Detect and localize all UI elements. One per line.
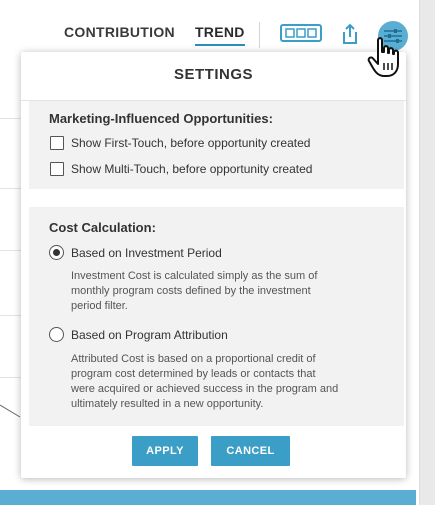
program-attribution-option[interactable]: Based on Program Attribution: [49, 327, 228, 342]
description-line: ultimately resulted in a new opportunity…: [71, 398, 264, 410]
background-divider: [0, 377, 22, 378]
share-button[interactable]: [340, 22, 360, 46]
marketing-section: Marketing-Influenced Opportunities: Show…: [29, 101, 404, 189]
share-icon: [343, 23, 357, 44]
tab-trend[interactable]: TREND: [194, 24, 245, 46]
apply-button[interactable]: APPLY: [132, 436, 198, 466]
background-divider: [0, 188, 22, 189]
description-line: monthly program costs defined by the inv…: [71, 285, 311, 297]
background-divider: [0, 250, 22, 251]
program-attribution-description: Attributed Cost is based on a proportion…: [71, 352, 338, 412]
first-touch-option[interactable]: Show First-Touch, before opportunity cre…: [50, 136, 310, 150]
cost-section: Cost Calculation: Based on Investment Pe…: [29, 207, 404, 426]
radio-selected-dot: [53, 249, 60, 256]
investment-period-label: Based on Investment Period: [71, 245, 222, 260]
background-scroll-area: [420, 0, 435, 505]
investment-period-description: Investment Cost is calculated simply as …: [71, 269, 317, 314]
background-footer-bar: [0, 490, 416, 505]
background-chart-line: [0, 404, 21, 418]
grid-view-button[interactable]: [280, 22, 322, 44]
first-touch-checkbox[interactable]: [50, 136, 64, 150]
multi-touch-checkbox[interactable]: [50, 162, 64, 176]
cost-heading: Cost Calculation:: [49, 220, 156, 235]
settings-title: SETTINGS: [173, 66, 253, 83]
grid-view-icon: [280, 24, 322, 42]
view-tabs: CONTRIBUTION TREND: [64, 24, 245, 46]
investment-period-option[interactable]: Based on Investment Period: [49, 245, 222, 260]
multi-touch-option[interactable]: Show Multi-Touch, before opportunity cre…: [50, 162, 312, 176]
cancel-button[interactable]: CANCEL: [211, 436, 290, 466]
description-line: were acquired or achieved success in the…: [71, 383, 339, 395]
settings-popover: SETTINGS Marketing-Influenced Opportunit…: [21, 52, 406, 478]
description-line: Investment Cost is calculated simply as …: [71, 270, 318, 282]
description-line: program cost determined by leads or cont…: [71, 368, 316, 380]
background-divider: [0, 315, 22, 316]
first-touch-label: Show First-Touch, before opportunity cre…: [71, 136, 311, 150]
hand-cursor-icon: [367, 37, 399, 77]
multi-touch-label: Show Multi-Touch, before opportunity cre…: [71, 162, 313, 176]
toolbar-separator: [259, 22, 260, 48]
program-attribution-label: Based on Program Attribution: [71, 327, 228, 342]
investment-period-radio[interactable]: [49, 245, 64, 260]
background-divider: [0, 118, 22, 119]
program-attribution-radio[interactable]: [49, 327, 64, 342]
marketing-heading: Marketing-Influenced Opportunities:: [49, 111, 273, 126]
tab-contribution[interactable]: CONTRIBUTION: [64, 24, 175, 46]
description-line: Attributed Cost is based on a proportion…: [71, 353, 316, 365]
description-line: period filter.: [71, 300, 128, 312]
